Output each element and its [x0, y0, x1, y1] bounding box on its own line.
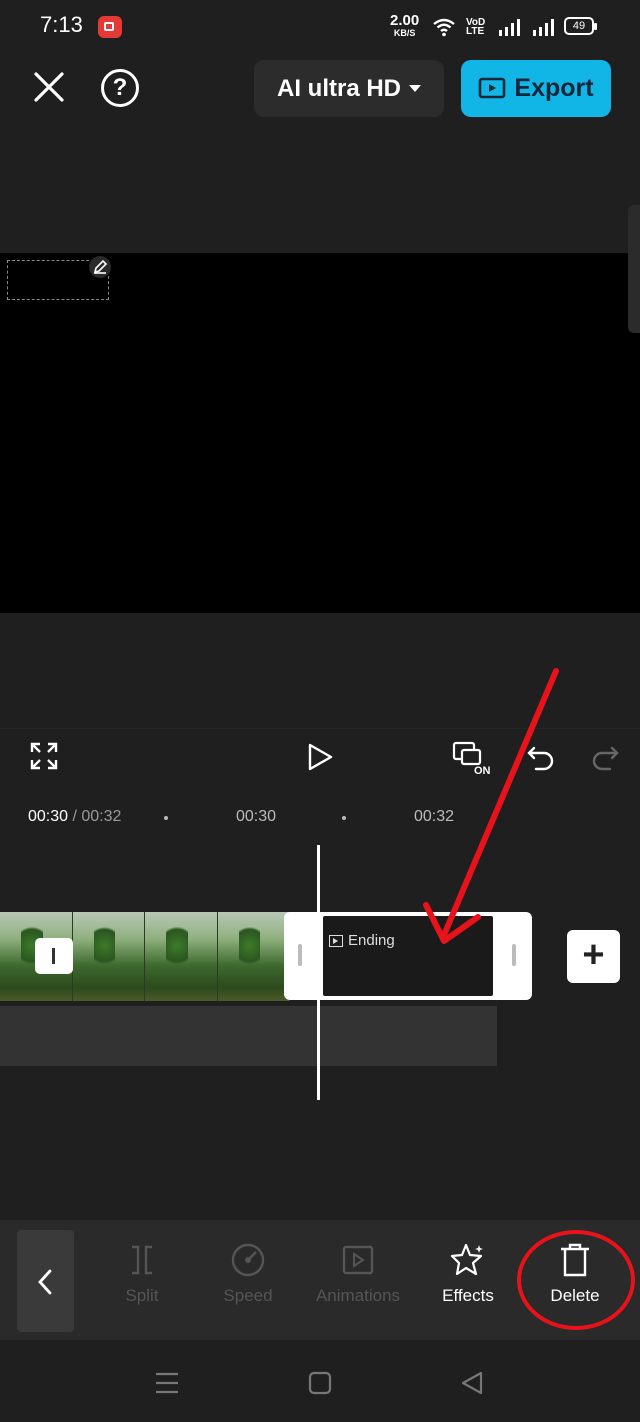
plus-icon: + — [582, 934, 605, 976]
clip-thumbnail — [217, 912, 290, 1001]
split-button[interactable]: Split — [87, 1240, 197, 1306]
animations-button[interactable]: Animations — [303, 1240, 413, 1306]
current-time: 00:30 — [28, 808, 69, 825]
effects-button[interactable]: Effects — [413, 1240, 523, 1306]
clip-thumbnail — [145, 912, 218, 1001]
animations-label: Animations — [315, 1286, 401, 1305]
network-speed: 2.00 KB/S — [390, 13, 419, 39]
help-icon: ? — [112, 74, 128, 101]
wifi-icon — [433, 18, 455, 37]
left-trim-handle[interactable] — [298, 944, 302, 966]
back-icon[interactable] — [460, 1370, 484, 1396]
home-icon[interactable] — [308, 1371, 332, 1395]
pencil-icon — [93, 259, 108, 274]
speed-button[interactable]: Speed — [193, 1240, 303, 1306]
total-time: / 00:32 — [68, 808, 122, 825]
clip-thumbnail — [72, 912, 145, 1001]
fullscreen-icon[interactable] — [30, 742, 58, 770]
signal-icon-sim1 — [499, 19, 520, 36]
effects-label: Effects — [442, 1286, 494, 1305]
volte-indicator: VoD LTE — [466, 17, 486, 37]
quality-dropdown[interactable]: AI ultra HD — [254, 60, 444, 117]
status-time: 7:13 — [40, 12, 83, 37]
menu-icon[interactable] — [154, 1371, 180, 1395]
side-panel-handle[interactable] — [628, 205, 640, 333]
speed-label: Speed — [223, 1286, 273, 1305]
network-speed-unit: KB/S — [393, 28, 416, 38]
redo-icon[interactable] — [590, 742, 620, 772]
ruler-dot — [164, 816, 168, 820]
signal-icon-sim2 — [533, 19, 554, 36]
audio-track[interactable] — [0, 1006, 497, 1066]
export-label: Export — [514, 74, 594, 102]
split-icon — [132, 1245, 152, 1275]
export-button[interactable]: Export — [461, 60, 611, 117]
playhead[interactable] — [317, 845, 320, 1100]
video-preview[interactable] — [0, 253, 640, 613]
annotation-circle — [517, 1230, 635, 1330]
split-label: Split — [125, 1286, 159, 1305]
ending-label: Ending — [329, 932, 395, 949]
animations-icon — [342, 1245, 374, 1275]
toolbar-back-button[interactable] — [17, 1230, 74, 1332]
transition-button[interactable] — [35, 938, 73, 974]
screen-record-icon — [98, 16, 122, 38]
speed-icon — [231, 1243, 265, 1277]
caret-down-icon — [409, 85, 421, 92]
play-icon[interactable] — [306, 742, 334, 772]
effects-icon — [450, 1243, 483, 1276]
help-button[interactable]: ? — [101, 69, 139, 107]
export-icon — [479, 77, 506, 98]
annotation-arrow — [423, 668, 559, 944]
ruler-dot — [342, 816, 346, 820]
time-display: 00:30 / 00:32 — [28, 808, 121, 826]
close-button[interactable] — [28, 66, 70, 108]
video-clip-icon — [329, 934, 343, 947]
chevron-left-icon — [38, 1269, 52, 1295]
ending-text: Ending — [348, 932, 395, 949]
quality-label: AI ultra HD — [276, 74, 401, 102]
add-clip-button[interactable]: + — [567, 930, 620, 983]
edit-text-button[interactable] — [89, 256, 111, 278]
status-icons: VoD LTE — [432, 14, 556, 40]
close-icon — [34, 72, 64, 102]
ruler-mark-0030: 00:30 — [236, 808, 277, 825]
battery-icon: 49 — [564, 17, 597, 35]
